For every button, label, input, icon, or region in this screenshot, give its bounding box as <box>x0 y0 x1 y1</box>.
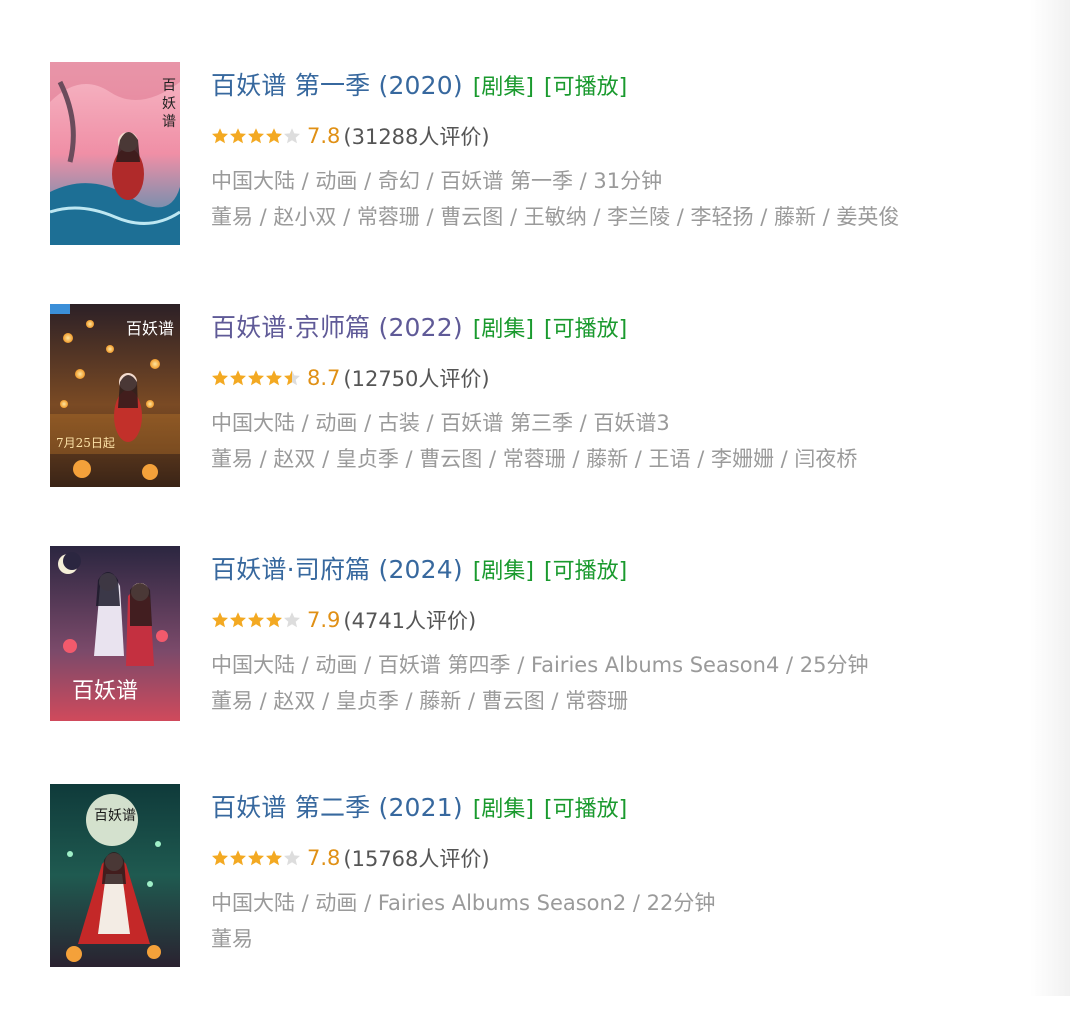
item-info: 百妖谱 第二季 (2021) [剧集] [可播放] 7.8 (15768人评价)… <box>211 788 1011 957</box>
poster-image[interactable]: 百妖谱 7月25日起 <box>50 304 180 487</box>
rating-score: 8.7 <box>307 366 341 390</box>
star-full-icon <box>266 850 282 866</box>
playable-tag: [可播放] <box>544 75 628 100</box>
star-full-icon <box>248 128 264 144</box>
title-line: 百妖谱·司府篇 (2024) [剧集] [可播放] <box>211 550 1011 590</box>
star-empty-icon <box>284 612 300 628</box>
rating-count: (12750人评价) <box>343 367 490 391</box>
svg-text:百: 百 <box>162 78 176 94</box>
star-rating <box>211 849 301 867</box>
svg-text:百妖谱: 百妖谱 <box>72 679 138 704</box>
svg-text:7月25日起: 7月25日起 <box>56 436 115 450</box>
type-tag: [剧集] <box>472 559 534 584</box>
star-full-icon <box>230 612 246 628</box>
star-full-icon <box>212 128 228 144</box>
result-item: 百 妖 谱 百妖谱 第一季 (2020) [剧集] [可播放] 7.8 (312… <box>50 62 1030 304</box>
item-title-link[interactable]: 百妖谱·司府篇 (2024) <box>211 550 463 586</box>
item-info: 百妖谱 第一季 (2020) [剧集] [可播放] 7.8 (31288人评价)… <box>211 66 1011 235</box>
title-line: 百妖谱·京师篇 (2022) [剧集] [可播放] <box>211 308 1011 348</box>
rating-score: 7.8 <box>307 124 341 148</box>
star-full-icon <box>230 850 246 866</box>
playable-tag: [可播放] <box>544 559 628 584</box>
result-item: 百妖谱 百妖谱·司府篇 (2024) [剧集] [可播放] 7.9 (4741人… <box>50 546 1030 784</box>
search-result-list: 百 妖 谱 百妖谱 第一季 (2020) [剧集] [可播放] 7.8 (312… <box>50 62 1030 1026</box>
cast-list: 董易 / 赵双 / 皇贞季 / 曹云图 / 常蓉珊 / 藤新 / 王语 / 李姗… <box>211 447 858 471</box>
result-item: 百妖谱 百妖谱 第二季 (2021) [剧集] [可播放] 7.8 (15768… <box>50 784 1030 1026</box>
rating-line: 7.8 (31288人评价) <box>211 121 1011 151</box>
star-full-icon <box>212 612 228 628</box>
rating-line: 7.9 (4741人评价) <box>211 605 1011 635</box>
rating-count: (15768人评价) <box>343 847 490 871</box>
star-full-icon <box>266 128 282 144</box>
star-full-icon <box>230 128 246 144</box>
svg-text:百妖谱: 百妖谱 <box>126 319 174 338</box>
meta-info: 中国大陆 / 动画 / 奇幻 / 百妖谱 第一季 / 31分钟 <box>211 169 663 193</box>
cast-list: 董易 / 赵双 / 皇贞季 / 藤新 / 曹云图 / 常蓉珊 <box>211 689 629 713</box>
item-title-link[interactable]: 百妖谱·京师篇 (2022) <box>211 308 463 344</box>
cast-list: 董易 <box>211 927 253 951</box>
star-full-icon <box>248 850 264 866</box>
svg-text:妖: 妖 <box>162 96 176 112</box>
result-item: 百妖谱 7月25日起 百妖谱·京师篇 (2022) [剧集] [可播放] 8.7… <box>50 304 1030 546</box>
star-empty-icon <box>284 850 300 866</box>
meta-info: 中国大陆 / 动画 / 百妖谱 第四季 / Fairies Albums Sea… <box>211 653 869 677</box>
poster-image[interactable]: 百妖谱 <box>50 784 180 967</box>
poster-image[interactable]: 百 妖 谱 <box>50 62 180 245</box>
item-info: 百妖谱·司府篇 (2024) [剧集] [可播放] 7.9 (4741人评价) … <box>211 550 1011 719</box>
star-full-icon <box>266 612 282 628</box>
star-full-icon <box>212 370 228 386</box>
item-title-link[interactable]: 百妖谱 第二季 (2021) <box>211 788 463 824</box>
star-empty-icon <box>284 128 300 144</box>
playable-tag: [可播放] <box>544 797 628 822</box>
rating-line: 7.8 (15768人评价) <box>211 843 1011 873</box>
svg-text:百妖谱: 百妖谱 <box>94 808 136 824</box>
rating-line: 8.7 (12750人评价) <box>211 363 1011 393</box>
rating-score: 7.9 <box>307 608 341 632</box>
item-info: 百妖谱·京师篇 (2022) [剧集] [可播放] 8.7 (12750人评价)… <box>211 308 1011 477</box>
type-tag: [剧集] <box>472 797 534 822</box>
type-tag: [剧集] <box>472 75 534 100</box>
playable-tag: [可播放] <box>544 317 628 342</box>
svg-text:谱: 谱 <box>162 114 176 130</box>
star-rating <box>211 369 301 387</box>
star-rating <box>211 611 301 629</box>
item-title-link[interactable]: 百妖谱 第一季 (2020) <box>211 66 463 102</box>
title-line: 百妖谱 第二季 (2021) [剧集] [可播放] <box>211 788 1011 828</box>
meta-info: 中国大陆 / 动画 / Fairies Albums Season2 / 22分… <box>211 891 716 915</box>
star-full-icon <box>266 370 282 386</box>
star-full-icon <box>248 612 264 628</box>
star-half-icon <box>284 370 300 386</box>
star-full-icon <box>230 370 246 386</box>
poster-image[interactable]: 百妖谱 <box>50 546 180 729</box>
cast-list: 董易 / 赵小双 / 常蓉珊 / 曹云图 / 王敏纳 / 李兰陵 / 李轻扬 /… <box>211 205 900 229</box>
page-edge-shadow <box>1030 0 1070 996</box>
title-line: 百妖谱 第一季 (2020) [剧集] [可播放] <box>211 66 1011 106</box>
star-rating <box>211 127 301 145</box>
rating-count: (31288人评价) <box>343 125 490 149</box>
star-full-icon <box>248 370 264 386</box>
star-full-icon <box>212 850 228 866</box>
rating-score: 7.8 <box>307 846 341 870</box>
meta-info: 中国大陆 / 动画 / 古装 / 百妖谱 第三季 / 百妖谱3 <box>211 411 670 435</box>
type-tag: [剧集] <box>472 317 534 342</box>
rating-count: (4741人评价) <box>343 609 477 633</box>
